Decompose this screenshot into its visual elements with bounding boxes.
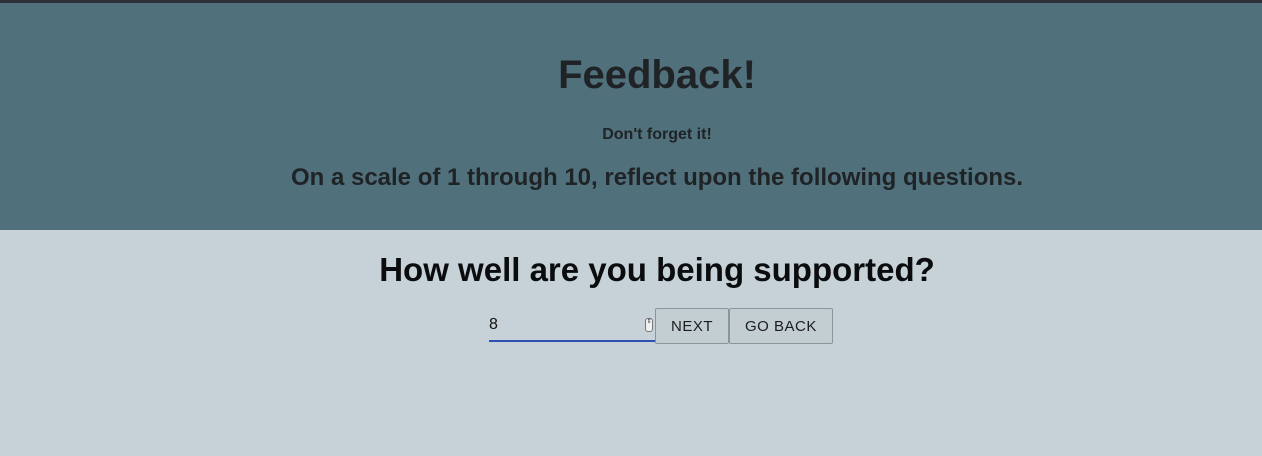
go-back-button[interactable]: GO BACK (729, 308, 833, 344)
number-spinner-icon[interactable]: ⇕ (645, 318, 653, 332)
rating-number-input[interactable]: 8 ⇕ (489, 310, 655, 342)
question-panel: How well are you being supported? 8 ⇕ NE… (0, 230, 1262, 456)
answer-row: 8 ⇕ NEXT GO BACK (489, 308, 833, 344)
rating-value: 8 (489, 316, 498, 333)
feedback-header: Feedback! Don't forget it! On a scale of… (0, 3, 1262, 230)
next-button[interactable]: NEXT (655, 308, 730, 344)
question-text: How well are you being supported? (379, 251, 935, 288)
page-title: Feedback! (558, 53, 756, 97)
page-subtitle: Don't forget it! (602, 126, 712, 143)
instructions-text: On a scale of 1 through 10, reflect upon… (290, 164, 1024, 191)
